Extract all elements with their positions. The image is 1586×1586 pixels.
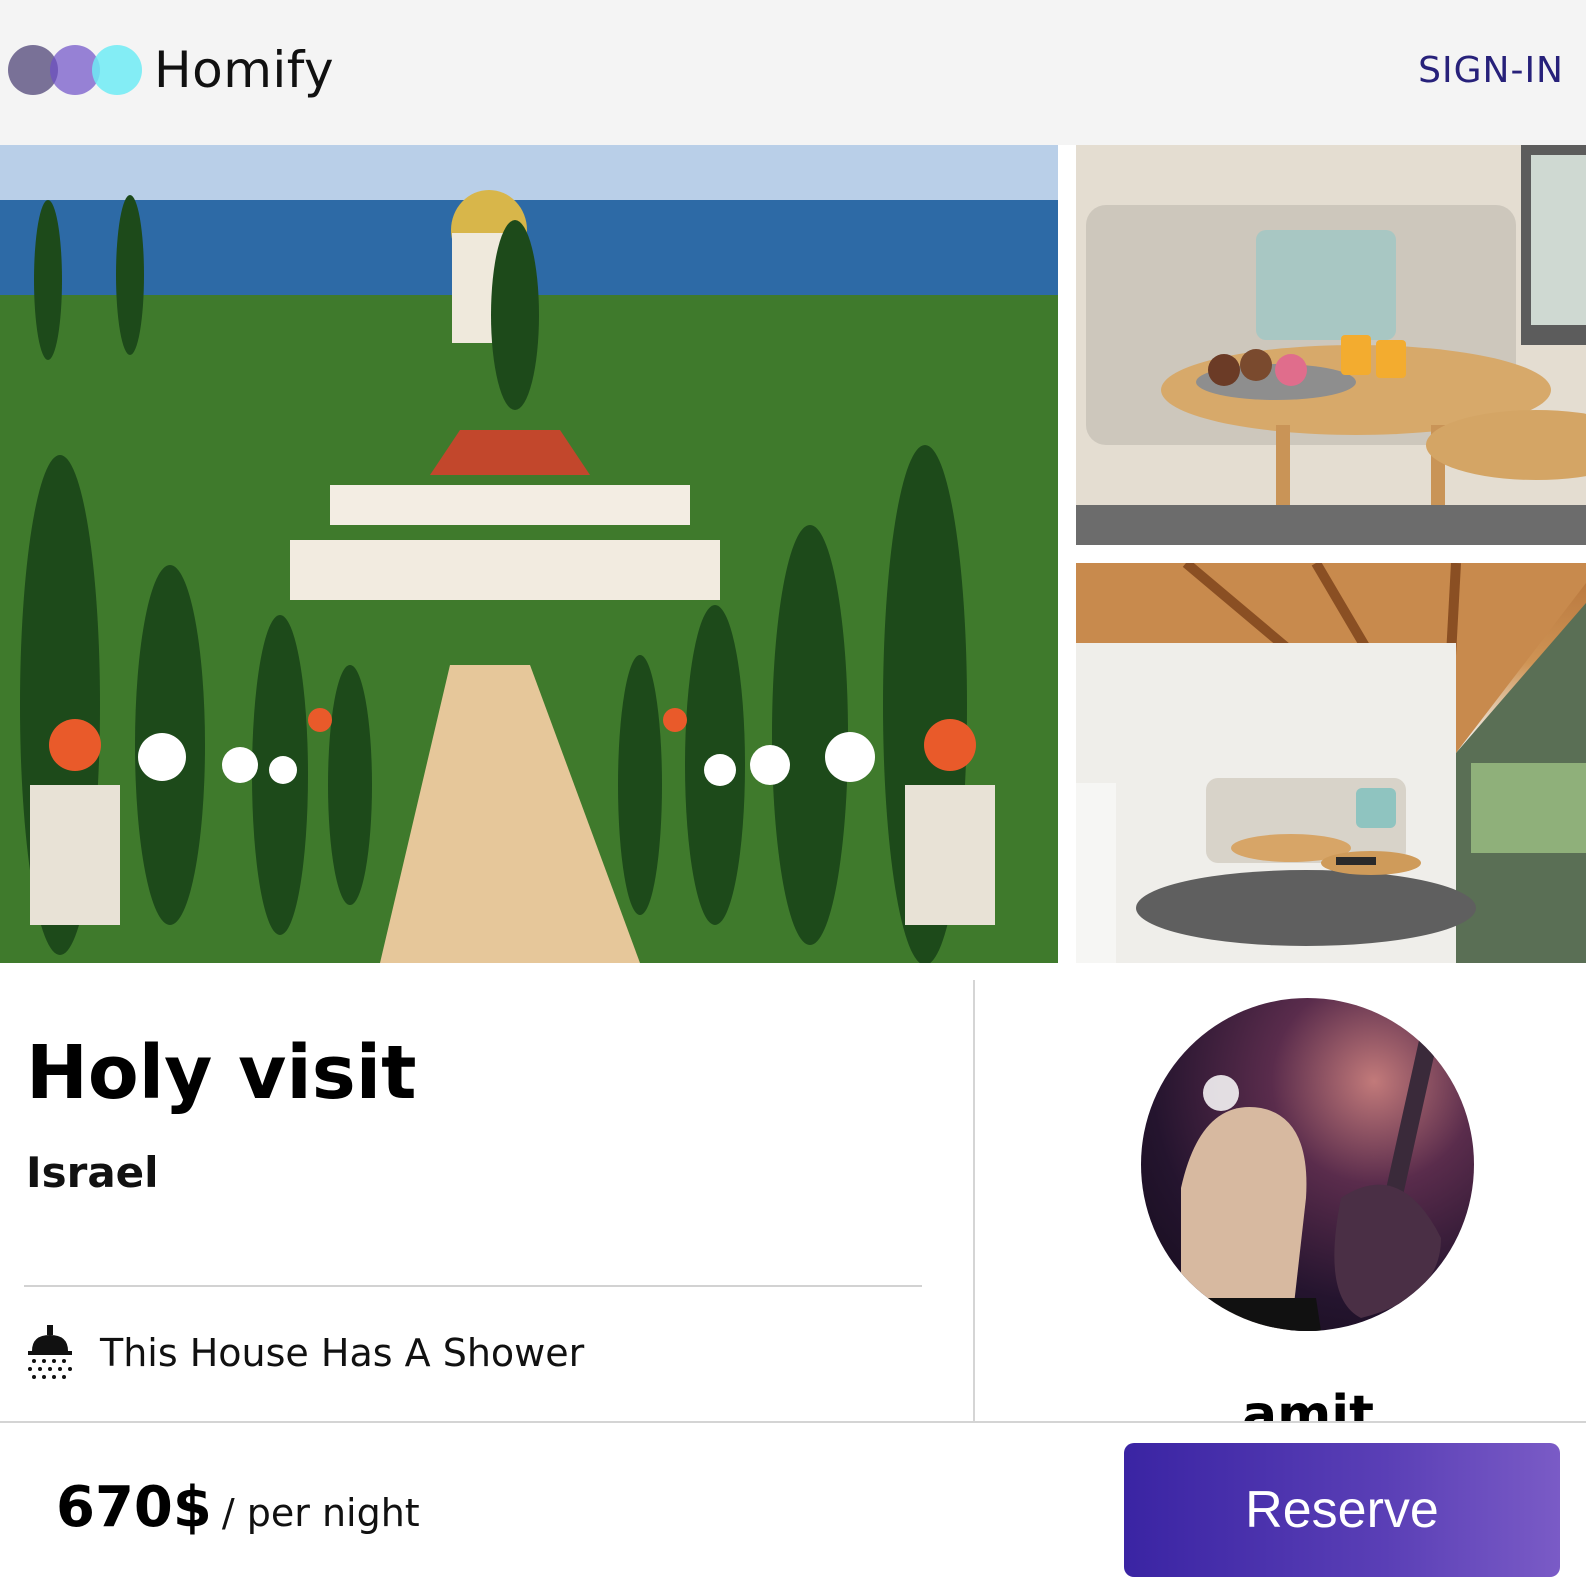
booking-bar: 670$ / per night Reserve <box>0 1421 1586 1586</box>
host-avatar[interactable] <box>1141 998 1474 1331</box>
attic-room-photo[interactable] <box>1076 563 1586 963</box>
sign-in-link[interactable]: SIGN-IN <box>1418 50 1564 91</box>
living-room-photo[interactable] <box>1076 145 1586 545</box>
amenity-item: This House Has A Shower <box>26 1325 584 1381</box>
logo[interactable]: Homify <box>8 40 334 100</box>
host-name: amit <box>1242 1385 1374 1423</box>
column-divider <box>973 980 975 1423</box>
section-divider <box>24 1285 922 1287</box>
listing-country: Israel <box>26 1148 159 1197</box>
price-unit: / per night <box>221 1491 420 1535</box>
photo-gallery <box>0 145 1586 963</box>
brand-name: Homify <box>154 41 335 99</box>
shower-icon <box>26 1325 74 1381</box>
price: 670$ / per night <box>56 1475 420 1540</box>
logo-circles-icon <box>8 40 144 100</box>
listing-title: Holy visit <box>26 1030 417 1116</box>
price-value: 670$ <box>56 1475 212 1540</box>
amenity-label: This House Has A Shower <box>100 1331 585 1375</box>
main-photo[interactable] <box>0 145 1058 963</box>
top-bar: Homify SIGN-IN <box>0 0 1586 145</box>
reserve-button[interactable]: Reserve <box>1124 1443 1560 1577</box>
